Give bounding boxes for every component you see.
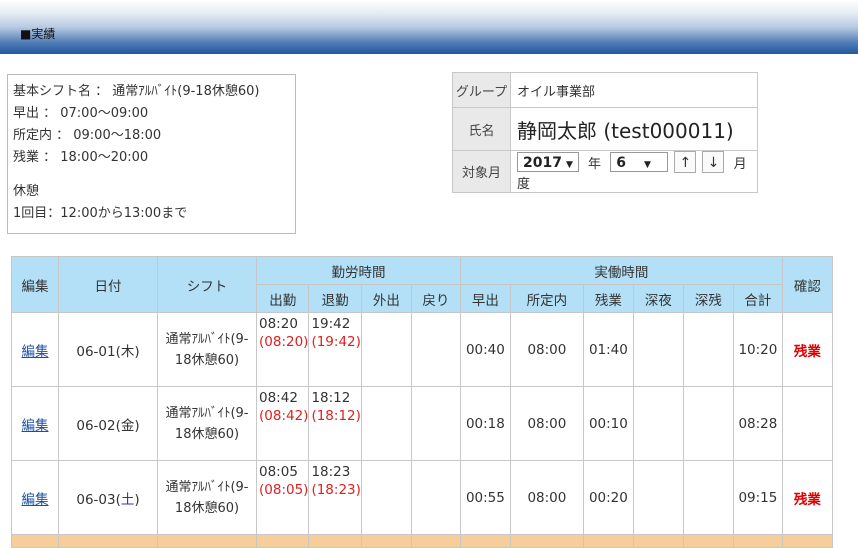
group-value: オイル事業部 (510, 72, 758, 108)
header-edit: 編集 (11, 256, 59, 313)
early-cell: 00:40 (459, 312, 511, 387)
employee-name: 静岡太郎 (test000011) (517, 118, 734, 143)
header-clock-in: 出勤 (255, 284, 310, 313)
total-cell: 10:20 (732, 312, 783, 387)
attendance-table: 編集 日付 シフト 勤労時間 実働時間 確認 出勤 退勤 外出 戻り 早出 所定… (11, 256, 833, 548)
chevron-down-icon: ▼ (643, 160, 651, 170)
break-title: 休憩 (13, 184, 40, 199)
header-return: 戻り (410, 284, 461, 313)
header-date: 日付 (58, 256, 158, 313)
date-cell: 06-03(土) (58, 460, 158, 535)
header-work-time: 勤労時間 (256, 256, 461, 285)
go-out-cell (360, 460, 412, 535)
edit-link[interactable]: 編集 (22, 492, 49, 508)
early-cell: 00:18 (459, 386, 511, 461)
header-late-night: 深夜 (632, 284, 684, 313)
edit-link[interactable]: 編集 (22, 344, 49, 360)
early-shift-line: 早出 ： 07:00～09:00 (13, 106, 149, 121)
overtime-cell: 01:40 (582, 312, 634, 387)
break-line: 1回目：12:00から13:00まで (13, 206, 188, 221)
regular-cell: 08:00 (509, 312, 584, 387)
shift-cell: 通常ｱﾙﾊﾞｲﾄ(9-18休憩60) (157, 386, 257, 461)
header-shift: シフト (157, 256, 257, 313)
overtime-cell: 00:10 (582, 386, 634, 461)
header-early: 早出 (459, 284, 511, 313)
next-month-button[interactable]: ↓ (702, 151, 725, 173)
name-label: 氏名 (452, 107, 511, 151)
saturday-marker: 土 (120, 491, 135, 508)
regular-cell: 08:00 (509, 386, 584, 461)
header-bar: ■実績 (0, 0, 858, 54)
total-cell: 08:28 (732, 386, 783, 461)
month-label: 対象月 (452, 150, 511, 193)
employee-info-table: グループ オイル事業部 氏名 静岡太郎 (test000011) 対象月 201… (452, 72, 758, 193)
late-overtime-cell (682, 386, 734, 461)
late-overtime-cell (682, 460, 734, 535)
late-night-cell (632, 386, 684, 461)
table-row: 編集 06-02(金) 通常ｱﾙﾊﾞｲﾄ(9-18休憩60) 08:42 (08:… (11, 386, 833, 461)
header-overtime: 残業 (582, 284, 634, 313)
date-cell: 06-01(木) (58, 312, 158, 387)
late-overtime-cell (682, 312, 734, 387)
year-unit: 年 (588, 156, 602, 172)
shift-cell: 通常ｱﾙﾊﾞｲﾄ(9-18休憩60) (157, 312, 257, 387)
clock-in-cell: 08:20 (08:20) (255, 312, 310, 387)
year-select[interactable]: 2017 ▼ (517, 152, 579, 172)
shift-cell: 通常ｱﾙﾊﾞｲﾄ(9-18休憩60) (157, 460, 257, 535)
late-night-cell (632, 312, 684, 387)
header-actual-time: 実働時間 (459, 256, 783, 285)
late-night-cell (632, 460, 684, 535)
header-go-out: 外出 (360, 284, 412, 313)
regular-shift-line: 所定内 ： 09:00～18:00 (13, 128, 162, 143)
table-row-partial (11, 534, 833, 548)
month-select[interactable]: 6 ▼ (610, 152, 669, 172)
confirm-status: 残業 (793, 491, 821, 508)
clock-out-cell: 18:23 (18:23) (308, 460, 362, 535)
confirm-status: 残業 (793, 343, 821, 360)
table-row: 編集 06-01(木) 通常ｱﾙﾊﾞｲﾄ(9-18休憩60) 08:20 (08:… (11, 312, 833, 387)
total-cell: 09:15 (732, 460, 783, 535)
clock-in-cell: 08:42 (08:42) (255, 386, 310, 461)
section-title: ■実績 (20, 27, 56, 41)
go-out-cell (360, 312, 412, 387)
clock-out-cell: 19:42 (19:42) (308, 312, 362, 387)
header-total: 合計 (732, 284, 783, 313)
shift-info-panel: 基本シフト名 ： 通常ｱﾙﾊﾞｲﾄ(9-18休憩60) 早出 ： 07:00～0… (7, 74, 296, 234)
return-cell (410, 460, 461, 535)
return-cell (410, 312, 461, 387)
edit-link[interactable]: 編集 (22, 418, 49, 434)
group-label: グループ (452, 72, 511, 108)
table-row: 編集 06-03(土) 通常ｱﾙﾊﾞｲﾄ(9-18休憩60) 08:05 (08:… (11, 460, 833, 535)
prev-month-button[interactable]: ↑ (674, 151, 697, 173)
header-regular: 所定内 (509, 284, 584, 313)
go-out-cell (360, 386, 412, 461)
header-confirm: 確認 (781, 256, 833, 313)
chevron-down-icon: ▼ (565, 160, 573, 170)
clock-out-cell: 18:12 (18:12) (308, 386, 362, 461)
header-clock-out: 退勤 (308, 284, 362, 313)
regular-cell: 08:00 (509, 460, 584, 535)
overtime-shift-line: 残業 ： 18:00～20:00 (13, 150, 149, 165)
date-cell: 06-02(金) (58, 386, 158, 461)
return-cell (410, 386, 461, 461)
shift-name-line: 基本シフト名 ： 通常ｱﾙﾊﾞｲﾄ(9-18休憩60) (13, 84, 260, 99)
overtime-cell: 00:20 (582, 460, 634, 535)
early-cell: 00:55 (459, 460, 511, 535)
clock-in-cell: 08:05 (08:05) (255, 460, 310, 535)
header-late-overtime: 深残 (682, 284, 734, 313)
